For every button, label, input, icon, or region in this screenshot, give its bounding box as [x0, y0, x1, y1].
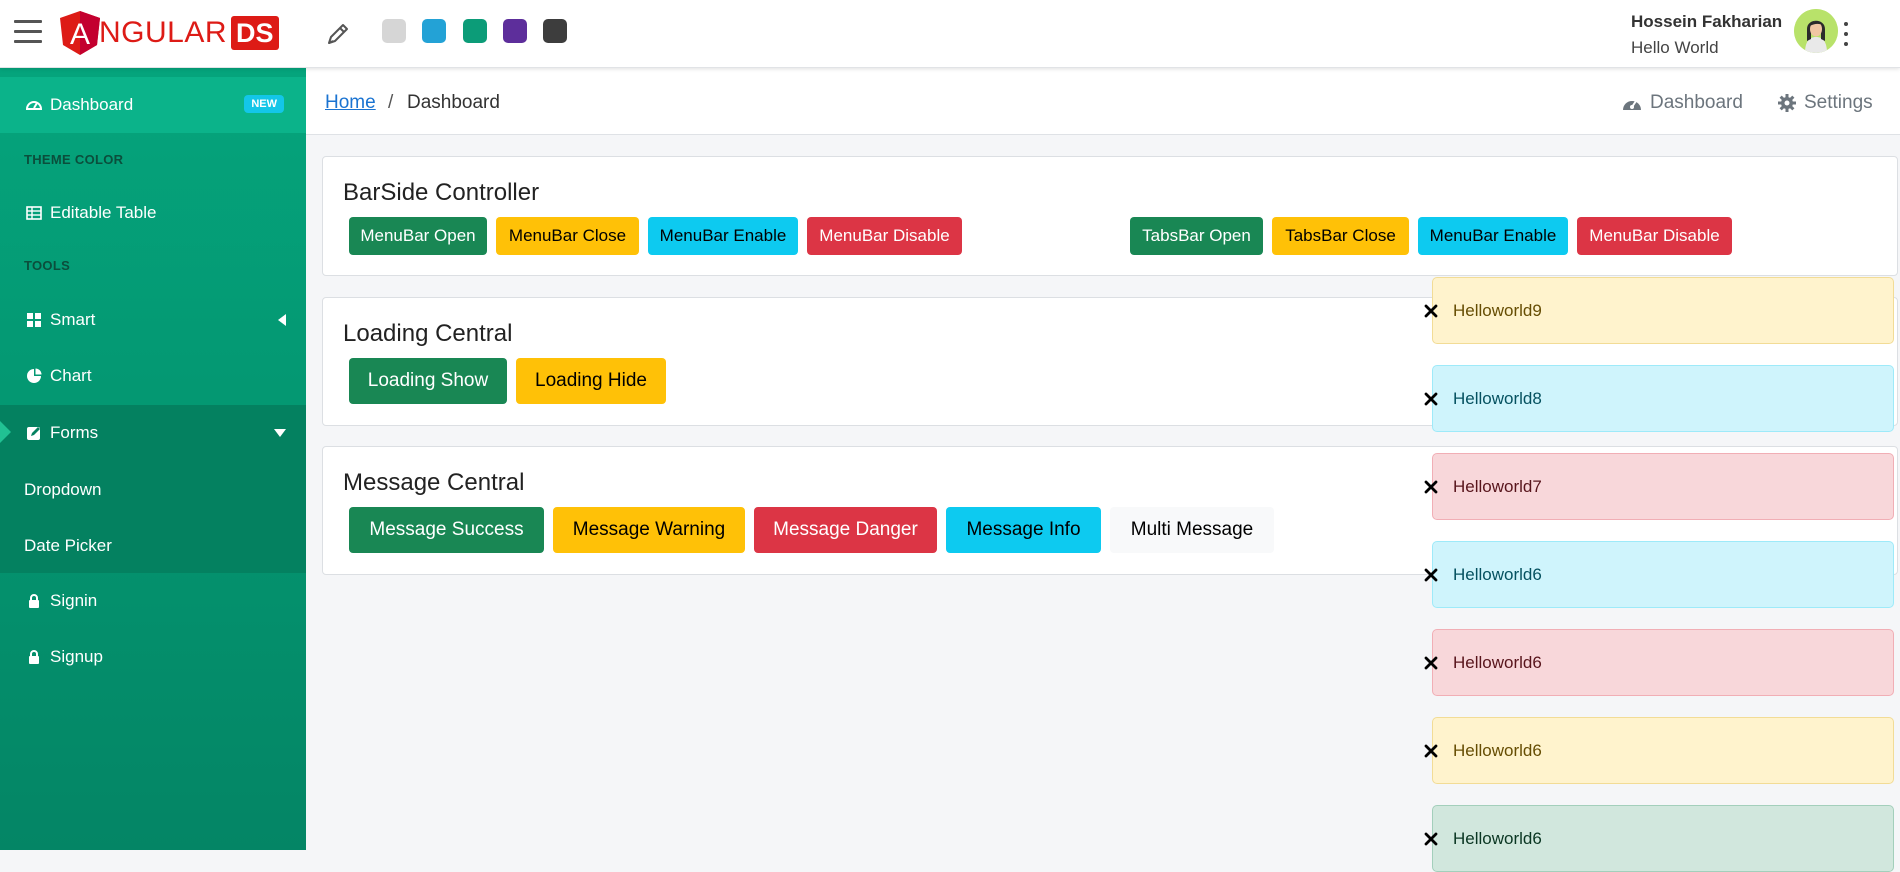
svg-text:A: A: [70, 18, 90, 51]
theme-swatch-green[interactable]: [463, 19, 487, 43]
sidebar-item-label: Editable Table: [50, 203, 157, 222]
angular-shield-icon: A: [60, 11, 100, 55]
gear-icon: [1778, 94, 1796, 112]
sidebar-item-label: Smart: [50, 310, 96, 329]
tabsbar-open-button[interactable]: TabsBar Open: [1130, 217, 1263, 255]
sidebar-item-signin[interactable]: Signin: [0, 573, 306, 629]
app-logo[interactable]: A NGULAR DS: [60, 11, 279, 55]
table-icon: [26, 205, 42, 221]
sidebar-section-tools: TOOLS: [24, 258, 71, 273]
tabsbar-menubar-disable-button[interactable]: MenuBar Disable: [1577, 217, 1732, 255]
breadcrumb-current: Dashboard: [407, 92, 500, 113]
sidebar-item-chart[interactable]: Chart: [0, 348, 306, 404]
breadcrumb-home-link[interactable]: Home: [325, 92, 376, 114]
card-title: Loading Central: [343, 320, 513, 347]
header-link-label: Settings: [1804, 92, 1873, 113]
menu-toggle-icon[interactable]: [14, 20, 42, 44]
grid-icon: [26, 312, 42, 328]
menubar-open-button[interactable]: MenuBar Open: [349, 217, 487, 255]
close-icon[interactable]: [1423, 655, 1439, 671]
sidebar-item-smart[interactable]: Smart: [0, 292, 306, 348]
sidebar-subitem-date-picker[interactable]: Date Picker: [24, 536, 112, 556]
user-name: Hossein Fakharian: [1631, 12, 1783, 31]
sidebar-subitem-dropdown[interactable]: Dropdown: [24, 480, 102, 500]
user-subtitle: Hello World: [1631, 38, 1719, 57]
header-link-label: Dashboard: [1650, 92, 1743, 113]
sidebar-item-forms[interactable]: Forms: [0, 405, 306, 461]
theme-swatch-light-gray[interactable]: [382, 19, 406, 43]
close-icon[interactable]: [1423, 567, 1439, 583]
toast-message: Helloworld8: [1432, 365, 1894, 432]
multi-message-button[interactable]: Multi Message: [1110, 507, 1274, 553]
sidebar: Dashboard NEW THEME COLOR Editable Table…: [0, 67, 306, 850]
sidebar-item-label: Dashboard: [50, 95, 134, 114]
lock-icon: [26, 593, 42, 609]
card-title: BarSide Controller: [343, 179, 540, 206]
toast-text: Helloworld6: [1453, 653, 1542, 672]
breadcrumb-separator: /: [388, 92, 394, 113]
sidebar-item-editable-table[interactable]: Editable Table: [0, 185, 306, 241]
toast-message: Helloworld6: [1432, 629, 1894, 696]
menubar-enable-button[interactable]: MenuBar Enable: [648, 217, 798, 255]
toast-message: Helloworld9: [1432, 277, 1894, 344]
theme-swatch-dark[interactable]: [543, 19, 567, 43]
close-icon[interactable]: [1423, 743, 1439, 759]
avatar[interactable]: [1794, 9, 1838, 53]
toast-text: Helloworld6: [1453, 565, 1542, 584]
tabsbar-menubar-enable-button[interactable]: MenuBar Enable: [1418, 217, 1568, 255]
message-warning-button[interactable]: Message Warning: [553, 507, 745, 553]
close-icon[interactable]: [1423, 831, 1439, 847]
sidebar-section-theme-color: THEME COLOR: [24, 152, 124, 167]
loading-hide-button[interactable]: Loading Hide: [516, 358, 666, 404]
loading-show-button[interactable]: Loading Show: [349, 358, 507, 404]
sidebar-item-label: Chart: [50, 366, 92, 385]
more-options-icon[interactable]: [1841, 20, 1851, 48]
dashboard-gauge-icon: [26, 97, 42, 113]
sidebar-item-dashboard[interactable]: Dashboard NEW: [0, 77, 306, 133]
message-info-button[interactable]: Message Info: [946, 507, 1101, 553]
close-icon[interactable]: [1423, 391, 1439, 407]
card-title: Message Central: [343, 469, 525, 496]
barside-controller-card: BarSide Controller MenuBar Open MenuBar …: [322, 156, 1898, 276]
caret-left-icon: [278, 314, 286, 326]
toast-text: Helloworld7: [1453, 477, 1542, 496]
logo-text: NGULAR: [99, 16, 228, 49]
close-icon[interactable]: [1423, 303, 1439, 319]
dashboard-gauge-icon: [1622, 95, 1642, 111]
pencil-icon[interactable]: [324, 20, 352, 48]
sidebar-item-label: Signup: [50, 647, 103, 666]
toast-text: Helloworld9: [1453, 301, 1542, 320]
menubar-disable-button[interactable]: MenuBar Disable: [807, 217, 962, 255]
menubar-close-button[interactable]: MenuBar Close: [496, 217, 639, 255]
toast-message: Helloworld6: [1432, 541, 1894, 608]
top-navbar: A NGULAR DS Hossein Fakharian Hello Worl…: [0, 0, 1900, 68]
edit-icon: [26, 425, 42, 441]
lock-icon: [26, 649, 42, 665]
tabsbar-close-button[interactable]: TabsBar Close: [1272, 217, 1409, 255]
close-icon[interactable]: [1423, 479, 1439, 495]
theme-swatch-purple[interactable]: [503, 19, 527, 43]
toast-message: Helloworld6: [1432, 805, 1894, 872]
sidebar-item-label: Signin: [50, 591, 98, 610]
sidebar-item-signup[interactable]: Signup: [0, 629, 306, 685]
message-danger-button[interactable]: Message Danger: [754, 507, 937, 553]
new-badge: NEW: [244, 95, 284, 113]
pie-chart-icon: [26, 368, 42, 384]
toast-message: Helloworld7: [1432, 453, 1894, 520]
toast-text: Helloworld6: [1453, 741, 1542, 760]
logo-badge: DS: [231, 16, 279, 50]
breadcrumb: Home / Dashboard Dashboard Settings: [306, 68, 1900, 135]
header-link-dashboard[interactable]: Dashboard: [1622, 92, 1743, 114]
caret-down-icon: [274, 429, 286, 437]
message-success-button[interactable]: Message Success: [349, 507, 544, 553]
sidebar-item-label: Forms: [50, 423, 99, 442]
header-link-settings[interactable]: Settings: [1778, 92, 1873, 114]
toast-message: Helloworld6: [1432, 717, 1894, 784]
toast-text: Helloworld8: [1453, 389, 1542, 408]
theme-swatch-blue[interactable]: [422, 19, 446, 43]
toast-text: Helloworld6: [1453, 829, 1542, 848]
